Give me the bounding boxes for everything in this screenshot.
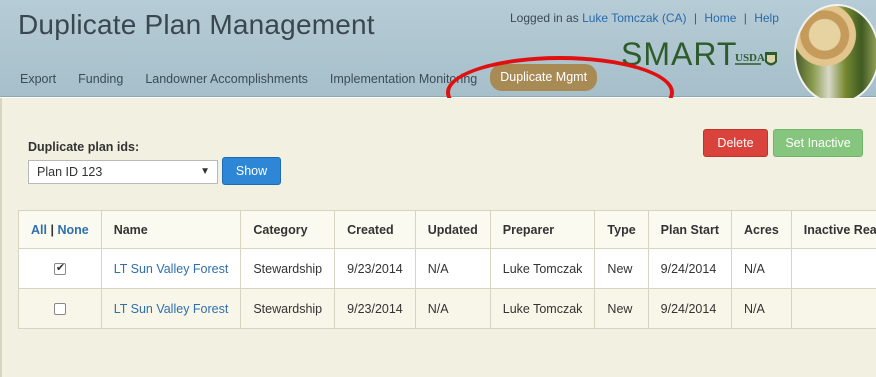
main-content: Duplicate plan ids: Plan ID 123 ▼ Show D… xyxy=(0,98,876,377)
column-header-updated[interactable]: Updated xyxy=(414,210,491,249)
delete-button[interactable]: Delete xyxy=(703,129,768,157)
column-header-preparer[interactable]: Preparer xyxy=(489,210,596,249)
category-cell: Stewardship xyxy=(240,288,336,329)
table-row: LT Sun Valley Forest Stewardship 9/23/20… xyxy=(18,248,876,289)
preparer-cell: Luke Tomczak xyxy=(489,248,596,289)
category-cell: Stewardship xyxy=(240,248,336,289)
select-all-link[interactable]: All xyxy=(31,223,47,237)
column-header-inactive-reason[interactable]: Inactive Reason xyxy=(790,210,876,249)
plan-start-cell: 9/24/2014 xyxy=(647,248,733,289)
logged-in-label: Logged in as xyxy=(510,11,583,25)
app-header: Duplicate Plan Management Logged in as L… xyxy=(0,0,876,104)
column-header-name[interactable]: Name xyxy=(100,210,242,249)
show-button[interactable]: Show xyxy=(222,157,281,185)
acres-cell: N/A xyxy=(731,248,792,289)
help-link[interactable]: Help xyxy=(754,11,779,25)
preparer-cell: Luke Tomczak xyxy=(489,288,596,329)
separator: | xyxy=(50,222,54,237)
row-select-cell xyxy=(18,248,102,289)
selected-plan-value: Plan ID 123 xyxy=(37,165,103,179)
column-header-plan-start[interactable]: Plan Start xyxy=(647,210,733,249)
inactive-reason-cell xyxy=(790,248,876,289)
duplicate-plans-table: All | None Name Category Created Updated… xyxy=(18,210,876,329)
plan-name-link[interactable]: LT Sun Valley Forest xyxy=(114,302,229,316)
column-header-created[interactable]: Created xyxy=(334,210,416,249)
column-header-acres[interactable]: Acres xyxy=(731,210,792,249)
inactive-reason-cell xyxy=(790,288,876,329)
table-header-row: All | None Name Category Created Updated… xyxy=(18,210,876,249)
select-all-none: All | None xyxy=(18,210,102,249)
type-cell: New xyxy=(594,248,649,289)
usda-text: USDA xyxy=(735,52,765,64)
plan-name-cell: LT Sun Valley Forest xyxy=(100,248,242,289)
forest-photo-collage xyxy=(794,4,876,104)
select-none-link[interactable]: None xyxy=(57,223,88,237)
dropdown-caret-icon: ▼ xyxy=(200,166,210,177)
column-header-type[interactable]: Type xyxy=(594,210,649,249)
plan-start-cell: 9/24/2014 xyxy=(647,288,733,329)
usda-logo-icon: USDA xyxy=(735,52,777,66)
set-inactive-button[interactable]: Set Inactive xyxy=(773,129,863,157)
row-checkbox[interactable] xyxy=(53,261,66,276)
table-row: LT Sun Valley Forest Stewardship 9/23/20… xyxy=(18,288,876,329)
created-cell: 9/23/2014 xyxy=(334,288,416,329)
page-title: Duplicate Plan Management xyxy=(18,9,375,40)
plan-name-link[interactable]: LT Sun Valley Forest xyxy=(114,262,229,276)
nav-export[interactable]: Export xyxy=(9,65,67,93)
duplicate-plan-ids-label: Duplicate plan ids: xyxy=(28,140,140,154)
home-link[interactable]: Home xyxy=(704,11,736,25)
plan-name-cell: LT Sun Valley Forest xyxy=(100,288,242,329)
column-header-category[interactable]: Category xyxy=(240,210,336,249)
row-select-cell xyxy=(18,288,102,329)
row-checkbox[interactable] xyxy=(53,303,66,316)
nav-funding[interactable]: Funding xyxy=(67,65,134,93)
user-links: Logged in as Luke Tomczak (CA) | Home | … xyxy=(510,11,779,25)
separator: | xyxy=(743,11,747,25)
updated-cell: N/A xyxy=(414,288,491,329)
separator: | xyxy=(693,11,698,25)
type-cell: New xyxy=(594,288,649,329)
user-link[interactable]: Luke Tomczak (CA) xyxy=(582,11,686,25)
updated-cell: N/A xyxy=(414,248,491,289)
acres-cell: N/A xyxy=(731,288,792,329)
created-cell: 9/23/2014 xyxy=(334,248,416,289)
plan-id-select[interactable]: Plan ID 123 ▼ xyxy=(28,160,218,184)
nav-landowner-accomplishments[interactable]: Landowner Accomplishments xyxy=(134,65,319,93)
